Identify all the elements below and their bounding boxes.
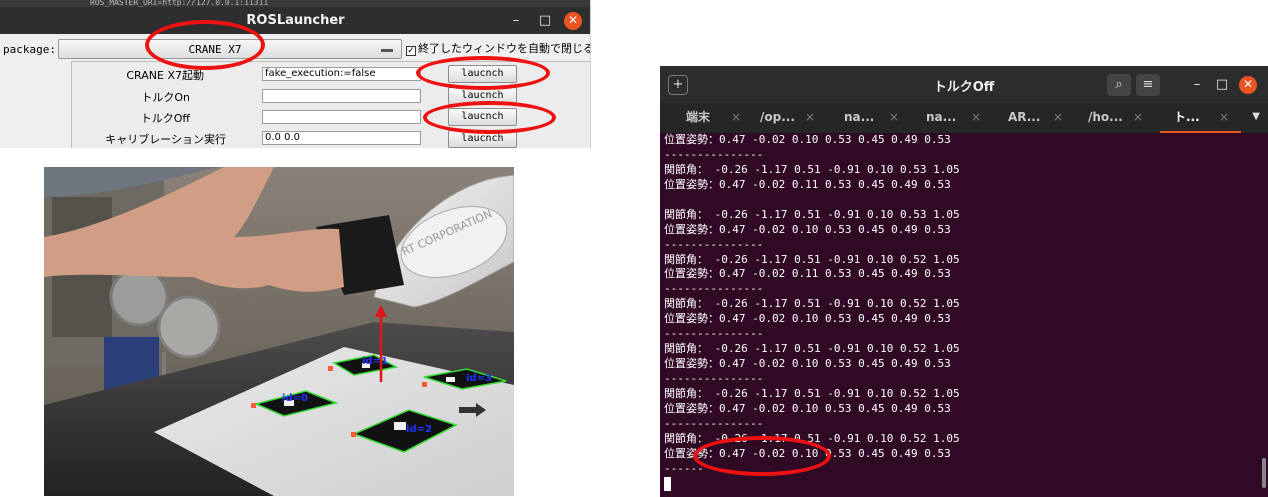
tab-op[interactable]: /op... × <box>746 103 827 133</box>
tab-close-icon[interactable]: × <box>731 103 741 131</box>
terminal-line: 関節角： -0.26 -1.17 0.51 -0.91 0.10 0.53 1.… <box>664 207 960 221</box>
terminal-line: 関節角： -0.26 -1.17 0.51 -0.91 0.10 0.52 1.… <box>664 342 960 356</box>
dropdown-arrow-icon <box>381 49 393 52</box>
hamburger-menu-icon[interactable]: ≡ <box>1136 74 1160 96</box>
marker-pattern <box>394 422 406 430</box>
tab-na-1[interactable]: na... × <box>830 103 911 133</box>
terminal-line: --------------- <box>664 416 764 430</box>
tab-label: 端末 <box>686 110 711 124</box>
marker-corner <box>328 366 333 371</box>
fan-left <box>109 267 169 327</box>
terminal-line: 位置姿勢：0.47 -0.02 0.11 0.53 0.45 0.49 0.53 <box>664 267 951 281</box>
tab-na-2[interactable]: na... × <box>912 103 993 133</box>
tab-label: na... <box>926 110 957 124</box>
terminal-line: 関節角： -0.26 -1.17 0.51 -0.91 0.10 0.52 1.… <box>664 431 960 445</box>
tab-close-icon[interactable]: × <box>1053 103 1063 131</box>
tab-close-icon[interactable]: × <box>889 103 899 131</box>
close-icon[interactable]: ✕ <box>564 12 582 30</box>
roslauncher-window: ROS_MASTER_URI=http://127.0.0.1:11311 RO… <box>0 0 591 148</box>
tab-label: ト... <box>1174 110 1200 124</box>
arg-input-torque-on[interactable] <box>262 89 421 103</box>
scrollbar[interactable] <box>1262 458 1266 488</box>
terminal-line: 関節角： -0.26 -1.17 0.51 -0.91 0.10 0.52 1.… <box>664 252 960 266</box>
marker-corner <box>251 403 256 408</box>
terminal-window: + トルクOff ⌕ ≡ – □ ✕ 端末 × /op... × na... × na… <box>660 66 1268 497</box>
row-label-torque-off: トルクOff <box>140 112 190 125</box>
marker-pattern <box>446 377 455 382</box>
launch-button-torque-off[interactable]: laucnch <box>448 108 517 126</box>
terminal-output[interactable]: 位置姿勢：0.47 -0.02 0.10 0.53 0.45 0.49 0.53… <box>664 133 1262 493</box>
arg-input-torque-off[interactable] <box>262 110 421 124</box>
close-icon[interactable]: ✕ <box>1239 76 1257 94</box>
terminal-line: 位置姿勢：0.47 -0.02 0.11 0.53 0.45 0.49 0.53 <box>664 177 951 191</box>
minimize-icon[interactable]: – <box>507 12 525 30</box>
camera-view: id=1 id=3 id=0 id=2 RT CORPORATION <box>44 167 514 496</box>
terminal-line: 位置姿勢：0.47 -0.02 0.10 0.53 0.45 0.49 0.53 <box>664 222 951 236</box>
tab-label: AR... <box>1008 110 1041 124</box>
camera-scene: id=1 id=3 id=0 id=2 RT CORPORATION <box>44 167 514 496</box>
package-value: CRANE X7 <box>188 43 242 56</box>
terminal-line: 関節角： -0.26 -1.17 0.51 -0.91 0.10 0.52 1.… <box>664 297 960 311</box>
terminal-line: 位置姿勢：0.47 -0.02 0.10 0.53 0.45 0.49 0.53 <box>664 357 951 371</box>
terminal-line: 関節角： -0.26 -1.17 0.51 -0.91 0.10 0.52 1.… <box>664 386 960 400</box>
package-label: package: <box>3 43 56 56</box>
launch-button-crane-start[interactable]: laucnch <box>448 65 517 83</box>
terminal-line: 位置姿勢：0.47 -0.02 0.10 0.53 0.45 0.49 0.53 <box>664 133 951 146</box>
terminal-tab-bar: 端末 × /op... × na... × na... × AR... × /ho... ×… <box>660 103 1268 133</box>
window-title: ROSLauncher <box>246 13 345 28</box>
screenshot-composite: ROS_MASTER_URI=http://127.0.0.1:11311 RO… <box>0 0 1268 497</box>
terminal-line: --------------- <box>664 327 764 341</box>
tab-label: /ho... <box>1088 110 1123 124</box>
tab-label: na... <box>844 110 875 124</box>
fan-right <box>157 295 221 359</box>
marker-label-0: id=0 <box>282 393 308 404</box>
search-icon[interactable]: ⌕ <box>1107 74 1131 96</box>
terminal-titlebar[interactable]: + トルクOff ⌕ ≡ – □ ✕ <box>660 66 1268 103</box>
terminal-line: --------------- <box>664 237 764 251</box>
maximize-icon[interactable]: □ <box>1213 76 1231 94</box>
tabs-menu-icon[interactable]: ▼ <box>1252 111 1260 122</box>
marker-label-3: id=3 <box>466 373 492 384</box>
row-label-calibration: キャリブレーション実行 <box>105 133 226 146</box>
marker-label-1: id=1 <box>362 356 388 367</box>
top-strip-text: ROS_MASTER_URI=http://127.0.0.1:11311 <box>0 0 590 7</box>
launch-button-torque-on[interactable]: laucnch <box>448 87 517 105</box>
tab-ho[interactable]: /ho... × <box>1074 103 1155 133</box>
tab-close-icon[interactable]: × <box>1133 103 1143 131</box>
roslauncher-titlebar[interactable]: ROSLauncher – □ ✕ <box>0 7 590 34</box>
tab-close-icon[interactable]: × <box>1219 103 1229 131</box>
package-select[interactable]: CRANE X7 <box>58 39 402 59</box>
marker-corner <box>422 382 427 387</box>
tab-torque-off[interactable]: ト... × <box>1160 103 1241 133</box>
maximize-icon[interactable]: □ <box>536 12 554 30</box>
terminal-line: 位置姿勢：0.47 -0.02 0.10 0.53 0.45 0.49 0.53 <box>664 446 951 460</box>
terminal-cursor <box>664 477 671 491</box>
terminal-line: 位置姿勢：0.47 -0.02 0.10 0.53 0.45 0.49 0.53 <box>664 312 951 326</box>
auto-close-label: 終了したウィンドウを自動で閉じる <box>418 42 591 55</box>
row-label-torque-on: トルクOn <box>141 91 190 104</box>
tab-label: /op... <box>760 110 795 124</box>
tab-close-icon[interactable]: × <box>805 103 815 131</box>
tab-ar[interactable]: AR... × <box>994 103 1075 133</box>
marker-corner <box>351 432 356 437</box>
tab-close-icon[interactable]: × <box>971 103 981 131</box>
terminal-line: 位置姿勢：0.47 -0.02 0.10 0.53 0.45 0.49 0.53 <box>664 401 951 415</box>
auto-close-checkbox[interactable]: ✓ 終了したウィンドウを自動で閉じる <box>406 40 591 56</box>
terminal-line: 関節角： -0.26 -1.17 0.51 -0.91 0.10 0.53 1.… <box>664 162 960 176</box>
terminal-line: --------------- <box>664 147 764 161</box>
terminal-line: ------ <box>664 461 704 475</box>
tab-terminal[interactable]: 端末 × <box>672 103 753 133</box>
minimize-icon[interactable]: – <box>1188 76 1206 94</box>
terminal-line: --------------- <box>664 372 764 385</box>
launch-button-calibration[interactable]: laucnch <box>448 130 517 148</box>
checkmark-icon[interactable]: ✓ <box>406 46 416 56</box>
arg-input-calibration[interactable]: 0.0 0.0 <box>262 131 421 145</box>
row-label-crane-start: CRANE X7起動 <box>126 69 204 82</box>
marker-label-2: id=2 <box>406 424 432 435</box>
arg-input-crane-start[interactable]: fake_execution:=false <box>262 67 421 81</box>
terminal-title: トルクOff <box>933 80 995 95</box>
terminal-line: --------------- <box>664 282 764 296</box>
